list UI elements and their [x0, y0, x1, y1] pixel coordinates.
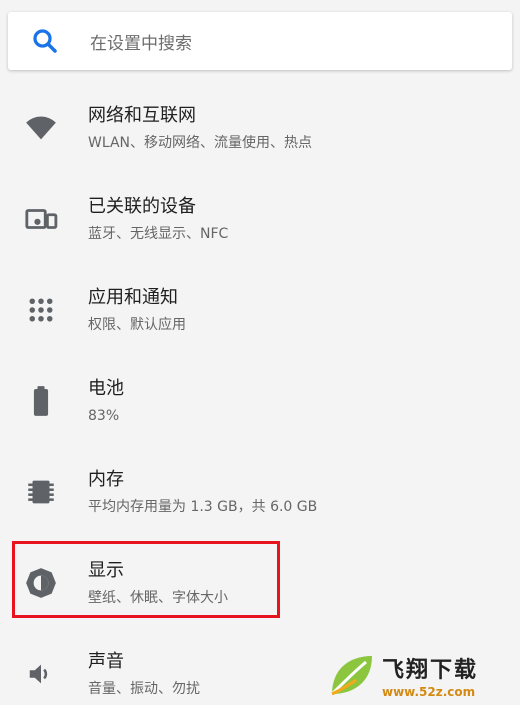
settings-item-subtitle: 音量、振动、勿扰 — [88, 680, 200, 697]
settings-item-title: 声音 — [88, 650, 124, 672]
watermark: 飞翔下载 www.52z.com — [326, 649, 514, 701]
memory-icon — [24, 475, 58, 509]
settings-item-apps[interactable]: 应用和通知 权限、默认应用 — [0, 264, 520, 355]
volume-icon — [24, 657, 58, 691]
watermark-url: www.52z.com — [382, 684, 476, 699]
search-placeholder: 在设置中搜索 — [90, 33, 192, 54]
settings-item-title: 内存 — [88, 468, 124, 490]
settings-item-subtitle: 权限、默认应用 — [88, 316, 186, 333]
wifi-icon — [24, 111, 58, 145]
settings-item-title: 电池 — [88, 377, 124, 399]
settings-item-subtitle: WLAN、移动网络、流量使用、热点 — [88, 134, 313, 151]
search-bar[interactable]: 在设置中搜索 — [8, 12, 512, 70]
apps-icon — [24, 293, 58, 327]
brightness-icon — [24, 566, 58, 600]
devices-icon — [24, 202, 58, 236]
settings-item-subtitle: 蓝牙、无线显示、NFC — [88, 225, 229, 242]
watermark-name: 飞翔下载 — [382, 657, 479, 683]
settings-item-network[interactable]: 网络和互联网 WLAN、移动网络、流量使用、热点 — [0, 82, 520, 173]
settings-item-title: 应用和通知 — [88, 286, 178, 308]
settings-item-title: 已关联的设备 — [88, 195, 196, 217]
settings-item-memory[interactable]: 内存 平均内存用量为 1.3 GB，共 6.0 GB — [0, 446, 520, 537]
settings-item-subtitle: 83% — [88, 407, 120, 424]
search-icon — [33, 29, 57, 53]
settings-item-display[interactable]: 显示 壁纸、休眠、字体大小 — [0, 537, 520, 628]
settings-item-title: 网络和互联网 — [88, 104, 196, 126]
watermark-leaf-icon — [330, 656, 372, 696]
settings-item-subtitle: 平均内存用量为 1.3 GB，共 6.0 GB — [88, 498, 318, 515]
settings-item-battery[interactable]: 电池 83% — [0, 355, 520, 446]
settings-item-devices[interactable]: 已关联的设备 蓝牙、无线显示、NFC — [0, 173, 520, 264]
settings-item-title: 显示 — [88, 559, 124, 581]
battery-icon — [24, 384, 58, 418]
settings-item-subtitle: 壁纸、休眠、字体大小 — [88, 589, 228, 606]
